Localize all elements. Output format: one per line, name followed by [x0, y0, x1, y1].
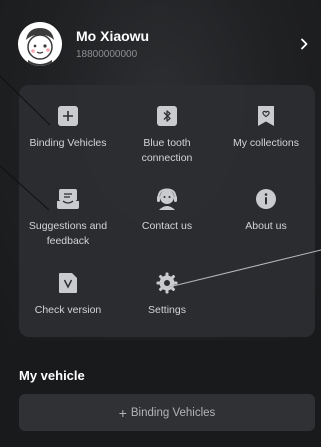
menu-item-check-version[interactable]: Check version — [19, 270, 117, 318]
menu-item-binding-vehicles[interactable]: Binding Vehicles — [19, 103, 117, 151]
menu-item-about-us[interactable]: About us — [217, 186, 315, 234]
plus-icon: + — [118, 404, 127, 421]
avatar-illustration — [18, 22, 62, 66]
menu-item-settings[interactable]: Settings — [118, 270, 216, 318]
user-info: Mo Xiaowu 18800000000 — [76, 27, 297, 61]
chevron-right-icon[interactable] — [297, 37, 311, 51]
binding-vehicles-button-label: Binding Vehicles — [130, 406, 216, 419]
menu-card: Binding Vehicles Blue tooth connection M… — [19, 85, 315, 337]
feedback-inbox-icon — [55, 186, 81, 212]
menu-label: Blue tooth connection — [141, 137, 193, 164]
menu-item-my-collections[interactable]: My collections — [217, 103, 315, 151]
info-icon — [253, 186, 279, 212]
menu-label: Settings — [148, 304, 186, 316]
my-vehicle-title: My vehicle — [19, 368, 85, 383]
bluetooth-icon — [154, 103, 180, 129]
user-phone: 18800000000 — [76, 49, 138, 60]
headset-icon — [154, 186, 180, 212]
menu-label: Suggestions and feedback — [28, 220, 108, 247]
menu-label: About us — [245, 220, 287, 232]
bookmark-heart-icon — [253, 103, 279, 129]
menu-label: Binding Vehicles — [29, 137, 107, 149]
plus-square-icon — [55, 103, 81, 129]
avatar[interactable] — [18, 22, 62, 66]
menu-label: Check version — [34, 304, 102, 316]
version-file-icon — [55, 270, 81, 296]
gear-icon — [154, 270, 180, 296]
user-name: Mo Xiaowu — [76, 28, 150, 44]
menu-item-suggestions-feedback[interactable]: Suggestions and feedback — [19, 186, 117, 249]
menu-item-contact-us[interactable]: Contact us — [118, 186, 216, 234]
menu-label: Contact us — [141, 220, 193, 232]
binding-vehicles-button[interactable]: + Binding Vehicles — [19, 394, 315, 431]
menu-label: My collections — [233, 137, 299, 149]
menu-item-bluetooth-connection[interactable]: Blue tooth connection — [118, 103, 216, 166]
profile-header[interactable]: Mo Xiaowu 18800000000 — [18, 20, 311, 68]
